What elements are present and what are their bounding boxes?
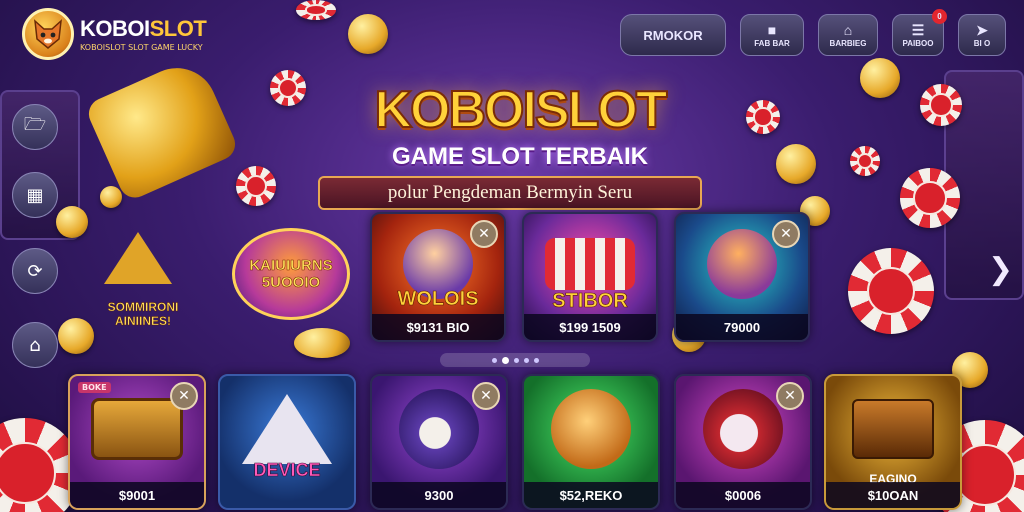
cowboy-figure: [703, 389, 783, 469]
game-price: $0006: [676, 482, 810, 508]
brand-tagline: KOBOISLOT SLOT GAME LUCKY: [80, 43, 203, 52]
game-price: $9001: [70, 482, 204, 508]
game-art: [826, 376, 960, 482]
game-price: $52,REKO: [524, 482, 658, 508]
game-card[interactable]: ✕ 79000: [674, 212, 810, 342]
gold-coin: [56, 206, 88, 238]
fox-mascot-icon: [22, 8, 74, 60]
game-title: STIBOR: [552, 290, 628, 313]
carousel-indicator[interactable]: [440, 353, 590, 367]
side-nav-home[interactable]: ⌂: [12, 322, 58, 368]
folder-icon: 🗁: [23, 114, 47, 135]
fox-figure: [551, 389, 631, 469]
nav-item-share[interactable]: ➤ BI O: [958, 14, 1006, 56]
game-price: $199 1509: [524, 314, 656, 340]
nav-item-label: BI O: [973, 38, 991, 48]
game-title: DEVICE: [253, 460, 321, 481]
nav-item-house[interactable]: ⌂ BARBIEG: [818, 14, 878, 56]
home-icon: ⌂: [29, 334, 41, 356]
chest-figure: [852, 399, 934, 459]
refresh-icon: ⟳: [27, 260, 43, 282]
hero-title: KOBOISLOT: [373, 80, 668, 140]
game-price: $9131 BIO: [372, 314, 504, 340]
casino-chip: [746, 100, 780, 134]
game-card[interactable]: EAGINO $10OAN: [824, 374, 962, 510]
carousel-dot[interactable]: [523, 357, 529, 363]
close-icon[interactable]: ✕: [776, 382, 804, 410]
carousel-dot[interactable]: [491, 357, 497, 363]
casino-chip: [850, 146, 880, 176]
nav-item-list[interactable]: ☰ PAIBOO 0: [892, 9, 947, 56]
nav-item-label: BARBIEG: [829, 38, 867, 48]
carousel-dot[interactable]: [513, 357, 519, 363]
casino-chip: [270, 70, 306, 106]
gold-coin: [348, 14, 388, 54]
hero-banner: polur Pengdeman Bermyin Seru: [318, 176, 702, 210]
close-icon[interactable]: ✕: [472, 382, 500, 410]
mascot-figure: [399, 389, 479, 469]
sail-figure: [242, 394, 332, 464]
hero-subtitle: GAME SLOT TERBAIK: [392, 143, 648, 170]
garage-icon: ■: [767, 21, 777, 38]
gold-coin: [100, 186, 122, 208]
game-card[interactable]: STIBOR $199 1509: [522, 212, 658, 342]
notification-badge: 0: [932, 9, 947, 24]
horn-figure: [545, 238, 635, 290]
casino-chip: [900, 168, 960, 228]
trophy-decor: [83, 55, 241, 203]
casino-chip: [920, 84, 962, 126]
game-card[interactable]: BOKE ✕ $9001: [68, 374, 206, 510]
game-card[interactable]: DEVICE: [218, 374, 356, 510]
treasure-chest-figure: [91, 398, 183, 460]
nav-item-label: FAB BAR: [754, 38, 790, 48]
game-title: WOLOIS: [397, 288, 479, 311]
game-card[interactable]: ✕ $0006: [674, 374, 812, 510]
nav-item-garage[interactable]: ■ FAB BAR: [740, 14, 804, 56]
gold-coin: [860, 58, 900, 98]
primary-nav-button[interactable]: RMOKOR: [620, 14, 726, 56]
brand-name: KOBOISLOT: [80, 16, 207, 42]
side-nav-folder[interactable]: 🗁: [12, 104, 58, 150]
side-nav-refresh[interactable]: ⟳: [12, 248, 58, 294]
game-card[interactable]: ✕ 9300: [370, 374, 508, 510]
share-icon: ➤: [976, 21, 988, 38]
promo-text[interactable]: SOMMIRONI AINIINES!: [88, 228, 198, 328]
casino-chip: [848, 248, 934, 334]
carousel-dot-active[interactable]: [501, 356, 509, 364]
game-price: $10OAN: [826, 482, 960, 508]
game-card[interactable]: $52,REKO: [522, 374, 660, 510]
gold-coin: [294, 328, 350, 358]
fox-figure: [707, 229, 777, 299]
chevron-right-icon[interactable]: ❯: [988, 252, 1013, 287]
casino-chip: [296, 0, 336, 20]
close-icon[interactable]: ✕: [470, 220, 498, 248]
close-icon[interactable]: ✕: [170, 382, 198, 410]
close-icon[interactable]: ✕: [772, 220, 800, 248]
game-price: 9300: [372, 482, 506, 508]
house-icon: ⌂: [843, 21, 853, 38]
brand-name-part2: SLOT: [149, 16, 207, 41]
list-icon: ☰: [911, 21, 925, 38]
card-icon: ▦: [26, 184, 44, 206]
gold-coin: [776, 144, 816, 184]
side-nav-card[interactable]: ▦: [12, 172, 58, 218]
casino-chip: [236, 166, 276, 206]
nav-item-label: PAIBOO: [902, 38, 934, 48]
promo-badge[interactable]: KAIUIURNS 5UOOIO: [232, 228, 350, 320]
carousel-dot[interactable]: [533, 357, 539, 363]
brand-logo[interactable]: KOBOISLOT KOBOISLOT SLOT GAME LUCKY: [22, 8, 207, 60]
game-price: 79000: [676, 314, 808, 340]
brand-name-part1: KOBOI: [80, 16, 150, 41]
game-card[interactable]: WOLOIS ✕ $9131 BIO: [370, 212, 506, 342]
game-art: [524, 376, 658, 482]
